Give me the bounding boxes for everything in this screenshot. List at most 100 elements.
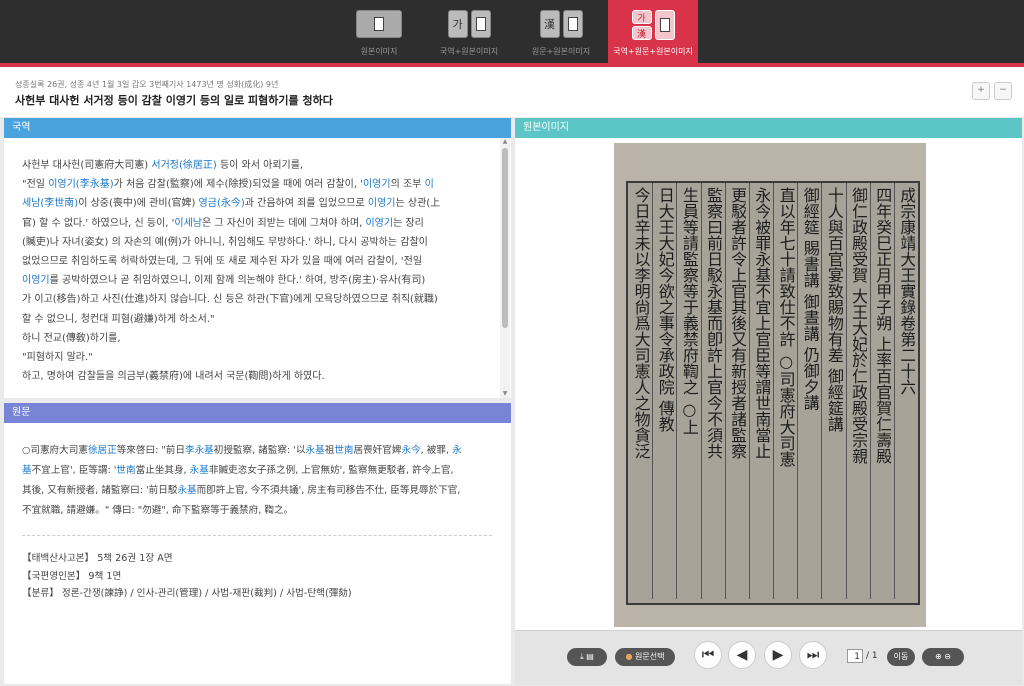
scan-text-column: 十人與百官宴致賜物有差 御經筵講 [824,187,843,433]
scan-text-column: 更駁者許令上官其後又有新授者諸監察 [728,187,747,459]
scroll-thumb[interactable] [502,148,508,328]
scan-text-column: 成宗康靖大王實錄卷第二十六 [897,187,916,395]
person-link[interactable]: 서거정(徐居正) [151,160,216,171]
text-line: "전일 이영기(李永基)가 처음 감찰(監察)에 제수(除授)되었을 때에 여러… [22,175,500,194]
text-segment: 不宜上官', 臣等謂: ' [31,465,117,476]
tab-label: 국역+원문+원본이미지 [613,47,693,56]
text-line: 하고, 명하여 감찰들을 의금부(義禁府)에 내려서 국문(鞫問)하게 하였다. [22,367,500,386]
person-link[interactable]: 世南 [116,465,135,476]
page-input[interactable]: 1 [847,649,863,663]
original-header: 원문 [4,403,511,423]
tab-translation-image[interactable]: 가 국역+원본이미지 [424,0,514,63]
person-link[interactable]: 世南 [334,445,353,456]
text-segment: 非贓吏恣女子孫之例, 上官無妨', 監察無更駁者, 許令上官, [208,465,454,476]
korean-text-icon: 가 [631,10,652,24]
text-segment: "전일 [22,179,49,191]
prev-page-icon: ◀ [736,647,748,663]
person-link[interactable]: 永 [452,445,462,456]
image-zoom-button[interactable]: ⊕ ⊖ [922,648,964,666]
last-page-button[interactable]: ⏭ [799,641,827,669]
tab-label: 원본이미지 [360,47,398,56]
column-rule [797,183,799,599]
person-link[interactable]: 이 [425,179,434,190]
prev-page-button[interactable]: ◀ [728,641,756,669]
first-page-button[interactable]: ⏮ [694,641,722,669]
scroll-up-icon[interactable]: ▲ [500,138,510,146]
original-select-button[interactable]: ● 원문선택 [615,648,675,666]
text-line: 이영기를 공박하였으나 곧 취임하였으니, 이제 함께 의논해야 한다.' 하여… [22,271,500,290]
person-link[interactable]: 이영기 [365,218,393,229]
original-select-label: 원문선택 [635,652,665,661]
text-segment: 其後, 又有新授者, 諸監察曰: '前日駁 [22,485,178,496]
next-page-button[interactable]: ▶ [764,641,792,669]
image-header: 원본이미지 [515,118,1022,138]
page-total: / 1 [866,651,878,661]
tab-original-image[interactable]: 원본이미지 [334,0,424,63]
text-line: 官) 할 수 없다.' 하였으나, 신 등이, '이세남은 그 자신이 죄받는 … [22,214,500,233]
person-link[interactable]: 永今 [401,445,420,456]
person-link[interactable]: 永基 [177,485,196,496]
text-segment: 이 상중(喪中)에 관비(官婢) [78,198,199,210]
text-line: 가 이고(移告)하고 사진(仕進)하지 않습니다. 신 등은 하관(下官)에게 … [22,290,500,309]
download-print-button[interactable]: ⤓ ▤ [567,648,607,666]
scroll-down-icon[interactable]: ▼ [500,390,510,398]
scan-text-column: 四年癸巳正月甲子朔 上率百官賀仁壽殿 [873,187,892,465]
person-link[interactable]: 영금(永今) [199,198,245,209]
zoom-out-icon[interactable]: − [994,82,1012,100]
scan-page: 成宗康靖大王實錄卷第二十六 四年癸巳正月甲子朔 上率百官賀仁壽殿 御仁政殿受賀 大王… [626,181,920,605]
text-segment: 없었으므로 취임하도록 허락하였는데, 그 뒤에 또 새로 제수된 자가 있을 … [22,256,423,268]
scan-text-column: 監察曰前日駁永基而卽許上官今不須共 [704,187,723,459]
document-icon [562,10,583,38]
person-link[interactable]: 세남(李世南) [22,198,78,209]
move-button[interactable]: 이동 [887,648,915,666]
scan-text-column: 今日辛未以李明尙爲大司憲人之物貪泛 [631,187,650,459]
column-rule [748,183,750,599]
text-segment: 는 장리 [393,217,424,229]
column-rule [893,183,895,599]
person-link[interactable]: 이영기 [368,198,396,209]
text-segment: 初授監察, 諸監察: '以 [213,445,306,456]
column-rule [869,183,871,599]
tab-translation-original-image[interactable]: 가 漢 국역+원문+원본이미지 [608,0,698,63]
zoom-in-icon[interactable]: + [972,82,990,100]
zoom-out-icon: ⊖ [944,652,951,661]
tab-original-text-image[interactable]: 漢 원문+원본이미지 [516,0,606,63]
tab-label: 국역+원본이미지 [439,47,499,56]
person-link[interactable]: 이영기 [363,179,391,190]
person-link[interactable]: 이영기(李永基) [48,179,113,190]
original-text: ○司憲府大司憲徐居正等來啓曰: "前日李永基初授監察, 諸監察: '以永基祖世南… [22,441,500,521]
person-link[interactable]: 이영기 [22,275,50,286]
text-segment: 當止坐其身, [135,465,190,476]
text-segment: 祖 [324,445,335,456]
scan-text-column: 御仁政殿受賀 大王大妃於仁政殿受宗親 [849,187,868,465]
person-link[interactable]: 永基 [306,445,325,456]
person-link[interactable]: 基 [22,465,32,476]
text-line: 없었으므로 취임하도록 허락하였는데, 그 뒤에 또 새로 제수된 자가 있을 … [22,252,500,271]
breadcrumb: 성종실록 26권, 성종 4년 1월 3일 갑오 3번째기사 1473년 명 성… [15,80,279,89]
hanja-text-icon: 漢 [631,26,652,40]
person-link[interactable]: 永基 [190,465,209,476]
last-page-icon: ⏭ [806,647,820,663]
scan-text-column: 御經筵 賜書講 御晝講 仍御夕講 [800,187,819,411]
text-segment: ○司憲府大司憲 [22,445,88,456]
column-rule [845,183,847,599]
document-icon [654,10,675,40]
text-line: 不宜就職, 請避嫌。" 傳曰: "勿避", 命下監察等于義禁府, 鞫之。 [22,501,500,521]
divider [22,535,492,536]
text-segment: 居喪奸官婢 [353,445,402,456]
translation-scrollbar[interactable]: ▲ ▼ [500,138,510,398]
text-segment: 사헌부 대사헌(司憲府大司憲) [22,160,152,171]
person-link[interactable]: 이세남 [174,218,202,229]
column-rule [676,183,678,599]
text-segment: 官) 할 수 없다.' 하였으나, 신 등이, ' [22,217,175,229]
scan-text-column: 日大王大妃今欲之事令承政院 傳教 [655,187,674,433]
column-rule [700,183,702,599]
text-segment: (贓吏)나 자녀(姿女) 의 자손의 예(例)가 아니니, 취임해도 무방하다.… [22,236,428,248]
original-scan-image[interactable]: 成宗康靖大王實錄卷第二十六 四年癸巳正月甲子朔 上率百官賀仁壽殿 御仁政殿受賀 大王… [614,143,926,627]
text-segment: 等來啓曰: "前日 [116,445,185,456]
person-link[interactable]: 徐居正 [88,445,117,456]
text-segment: 하니 전교(傳敎)하기를, [22,332,121,344]
korean-text-icon: 가 [447,10,468,38]
text-segment: 하고, 명하여 감찰들을 의금부(義禁府)에 내려서 국문(鞫問)하게 하였다. [22,371,325,383]
person-link[interactable]: 李永基 [185,445,214,456]
